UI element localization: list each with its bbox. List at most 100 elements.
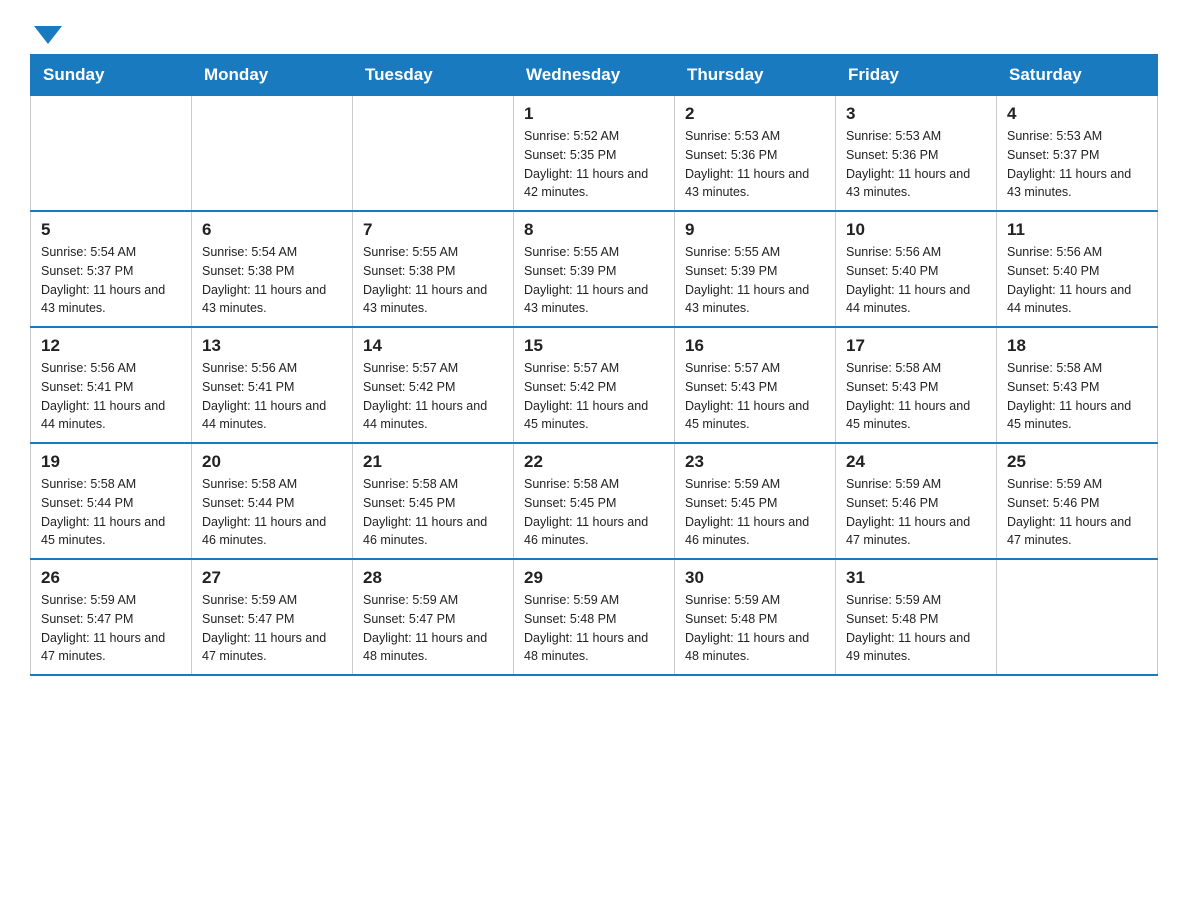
- calendar-cell: 15 Sunrise: 5:57 AM Sunset: 5:42 PM Dayli…: [514, 327, 675, 443]
- day-info: Sunrise: 5:59 AM Sunset: 5:47 PM Dayligh…: [202, 591, 342, 666]
- calendar-cell: 4Sunrise: 5:53 AM Sunset: 5:37 PM Daylig…: [997, 96, 1158, 212]
- calendar-cell: [353, 96, 514, 212]
- header-monday: Monday: [192, 55, 353, 96]
- day-info: Sunrise: 5:52 AM Sunset: 5:35 PM Dayligh…: [524, 127, 664, 202]
- calendar-cell: 9 Sunrise: 5:55 AM Sunset: 5:39 PM Daylig…: [675, 211, 836, 327]
- day-info: Sunrise: 5:58 AM Sunset: 5:43 PM Dayligh…: [846, 359, 986, 434]
- calendar-cell: 6 Sunrise: 5:54 AM Sunset: 5:38 PM Daylig…: [192, 211, 353, 327]
- day-info: Sunrise: 5:58 AM Sunset: 5:44 PM Dayligh…: [41, 475, 181, 550]
- day-number: 27: [202, 568, 342, 588]
- calendar-cell: 24 Sunrise: 5:59 AM Sunset: 5:46 PM Dayli…: [836, 443, 997, 559]
- calendar-cell: 27 Sunrise: 5:59 AM Sunset: 5:47 PM Dayli…: [192, 559, 353, 675]
- day-info: Sunrise: 5:53 AM Sunset: 5:37 PM Dayligh…: [1007, 127, 1147, 202]
- day-info: Sunrise: 5:56 AM Sunset: 5:41 PM Dayligh…: [41, 359, 181, 434]
- day-info: Sunrise: 5:56 AM Sunset: 5:40 PM Dayligh…: [846, 243, 986, 318]
- day-number: 8: [524, 220, 664, 240]
- day-number: 23: [685, 452, 825, 472]
- day-number: 3: [846, 104, 986, 124]
- day-number: 21: [363, 452, 503, 472]
- page-header: [30, 20, 1158, 44]
- day-number: 10: [846, 220, 986, 240]
- calendar-cell: 29Sunrise: 5:59 AM Sunset: 5:48 PM Dayli…: [514, 559, 675, 675]
- calendar-week-row: 26 Sunrise: 5:59 AM Sunset: 5:47 PM Dayli…: [31, 559, 1158, 675]
- day-info: Sunrise: 5:59 AM Sunset: 5:45 PM Dayligh…: [685, 475, 825, 550]
- day-info: Sunrise: 5:57 AM Sunset: 5:42 PM Dayligh…: [363, 359, 503, 434]
- header-wednesday: Wednesday: [514, 55, 675, 96]
- calendar-cell: 14 Sunrise: 5:57 AM Sunset: 5:42 PM Dayli…: [353, 327, 514, 443]
- day-info: Sunrise: 5:59 AM Sunset: 5:48 PM Dayligh…: [524, 591, 664, 666]
- day-info: Sunrise: 5:58 AM Sunset: 5:43 PM Dayligh…: [1007, 359, 1147, 434]
- logo: [30, 20, 62, 44]
- day-number: 28: [363, 568, 503, 588]
- calendar-cell: 7 Sunrise: 5:55 AM Sunset: 5:38 PM Daylig…: [353, 211, 514, 327]
- day-number: 25: [1007, 452, 1147, 472]
- day-number: 6: [202, 220, 342, 240]
- day-number: 13: [202, 336, 342, 356]
- day-number: 12: [41, 336, 181, 356]
- calendar-cell: 2 Sunrise: 5:53 AM Sunset: 5:36 PM Daylig…: [675, 96, 836, 212]
- day-number: 24: [846, 452, 986, 472]
- calendar-table: SundayMondayTuesdayWednesdayThursdayFrid…: [30, 54, 1158, 676]
- calendar-cell: [31, 96, 192, 212]
- day-number: 22: [524, 452, 664, 472]
- day-number: 19: [41, 452, 181, 472]
- logo-arrow-icon: [34, 26, 62, 44]
- calendar-cell: 13 Sunrise: 5:56 AM Sunset: 5:41 PM Dayli…: [192, 327, 353, 443]
- day-number: 14: [363, 336, 503, 356]
- day-info: Sunrise: 5:59 AM Sunset: 5:47 PM Dayligh…: [363, 591, 503, 666]
- day-info: Sunrise: 5:59 AM Sunset: 5:47 PM Dayligh…: [41, 591, 181, 666]
- calendar-cell: 16Sunrise: 5:57 AM Sunset: 5:43 PM Dayli…: [675, 327, 836, 443]
- day-info: Sunrise: 5:55 AM Sunset: 5:39 PM Dayligh…: [524, 243, 664, 318]
- day-info: Sunrise: 5:56 AM Sunset: 5:40 PM Dayligh…: [1007, 243, 1147, 318]
- day-number: 20: [202, 452, 342, 472]
- calendar-cell: 23 Sunrise: 5:59 AM Sunset: 5:45 PM Dayli…: [675, 443, 836, 559]
- day-number: 9: [685, 220, 825, 240]
- calendar-cell: 26 Sunrise: 5:59 AM Sunset: 5:47 PM Dayli…: [31, 559, 192, 675]
- calendar-cell: [192, 96, 353, 212]
- day-number: 31: [846, 568, 986, 588]
- day-info: Sunrise: 5:55 AM Sunset: 5:38 PM Dayligh…: [363, 243, 503, 318]
- calendar-cell: 19 Sunrise: 5:58 AM Sunset: 5:44 PM Dayli…: [31, 443, 192, 559]
- day-info: Sunrise: 5:55 AM Sunset: 5:39 PM Dayligh…: [685, 243, 825, 318]
- day-info: Sunrise: 5:57 AM Sunset: 5:42 PM Dayligh…: [524, 359, 664, 434]
- header-sunday: Sunday: [31, 55, 192, 96]
- day-info: Sunrise: 5:56 AM Sunset: 5:41 PM Dayligh…: [202, 359, 342, 434]
- header-saturday: Saturday: [997, 55, 1158, 96]
- day-number: 2: [685, 104, 825, 124]
- calendar-cell: 17 Sunrise: 5:58 AM Sunset: 5:43 PM Dayli…: [836, 327, 997, 443]
- day-number: 11: [1007, 220, 1147, 240]
- day-info: Sunrise: 5:54 AM Sunset: 5:38 PM Dayligh…: [202, 243, 342, 318]
- day-info: Sunrise: 5:59 AM Sunset: 5:48 PM Dayligh…: [846, 591, 986, 666]
- calendar-cell: 20 Sunrise: 5:58 AM Sunset: 5:44 PM Dayli…: [192, 443, 353, 559]
- calendar-cell: 5Sunrise: 5:54 AM Sunset: 5:37 PM Daylig…: [31, 211, 192, 327]
- day-number: 26: [41, 568, 181, 588]
- calendar-cell: 1Sunrise: 5:52 AM Sunset: 5:35 PM Daylig…: [514, 96, 675, 212]
- calendar-cell: 28 Sunrise: 5:59 AM Sunset: 5:47 PM Dayli…: [353, 559, 514, 675]
- day-number: 18: [1007, 336, 1147, 356]
- calendar-cell: 22 Sunrise: 5:58 AM Sunset: 5:45 PM Dayli…: [514, 443, 675, 559]
- calendar-cell: 25Sunrise: 5:59 AM Sunset: 5:46 PM Dayli…: [997, 443, 1158, 559]
- calendar-cell: 11 Sunrise: 5:56 AM Sunset: 5:40 PM Dayli…: [997, 211, 1158, 327]
- calendar-cell: 10 Sunrise: 5:56 AM Sunset: 5:40 PM Dayli…: [836, 211, 997, 327]
- day-number: 15: [524, 336, 664, 356]
- header-thursday: Thursday: [675, 55, 836, 96]
- day-info: Sunrise: 5:58 AM Sunset: 5:45 PM Dayligh…: [363, 475, 503, 550]
- calendar-cell: 8 Sunrise: 5:55 AM Sunset: 5:39 PM Daylig…: [514, 211, 675, 327]
- day-number: 30: [685, 568, 825, 588]
- day-info: Sunrise: 5:57 AM Sunset: 5:43 PM Dayligh…: [685, 359, 825, 434]
- day-number: 17: [846, 336, 986, 356]
- day-info: Sunrise: 5:58 AM Sunset: 5:44 PM Dayligh…: [202, 475, 342, 550]
- day-number: 7: [363, 220, 503, 240]
- day-info: Sunrise: 5:54 AM Sunset: 5:37 PM Dayligh…: [41, 243, 181, 318]
- calendar-week-row: 19 Sunrise: 5:58 AM Sunset: 5:44 PM Dayli…: [31, 443, 1158, 559]
- calendar-cell: 30 Sunrise: 5:59 AM Sunset: 5:48 PM Dayli…: [675, 559, 836, 675]
- day-info: Sunrise: 5:59 AM Sunset: 5:48 PM Dayligh…: [685, 591, 825, 666]
- calendar-header-row: SundayMondayTuesdayWednesdayThursdayFrid…: [31, 55, 1158, 96]
- day-info: Sunrise: 5:58 AM Sunset: 5:45 PM Dayligh…: [524, 475, 664, 550]
- day-info: Sunrise: 5:53 AM Sunset: 5:36 PM Dayligh…: [685, 127, 825, 202]
- calendar-week-row: 12 Sunrise: 5:56 AM Sunset: 5:41 PM Dayli…: [31, 327, 1158, 443]
- calendar-cell: 31 Sunrise: 5:59 AM Sunset: 5:48 PM Dayli…: [836, 559, 997, 675]
- day-info: Sunrise: 5:59 AM Sunset: 5:46 PM Dayligh…: [846, 475, 986, 550]
- day-info: Sunrise: 5:53 AM Sunset: 5:36 PM Dayligh…: [846, 127, 986, 202]
- calendar-cell: 21 Sunrise: 5:58 AM Sunset: 5:45 PM Dayli…: [353, 443, 514, 559]
